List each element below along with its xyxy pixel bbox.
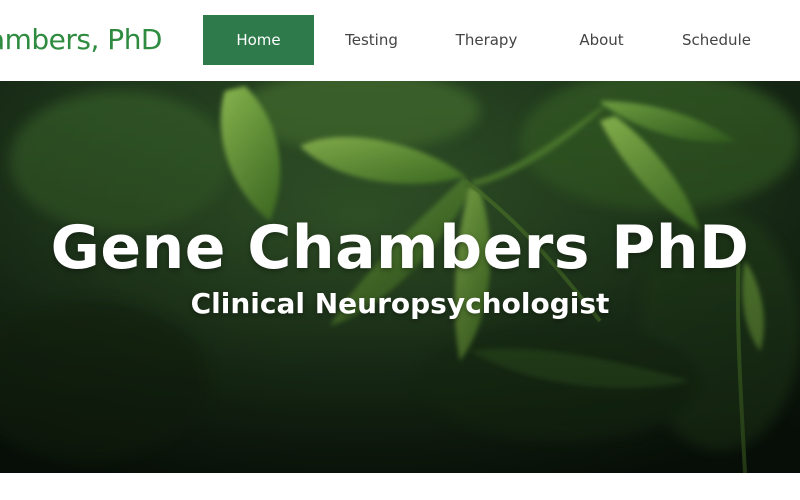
nav-item-about[interactable]: About <box>544 15 659 65</box>
nav-item-home[interactable]: Home <box>203 15 314 65</box>
site-title[interactable]: ambers, PhD <box>0 22 163 58</box>
nav-item-schedule[interactable]: Schedule <box>659 15 774 65</box>
nav-item-testing[interactable]: Testing <box>314 15 429 65</box>
site-header: ambers, PhD Home Testing Therapy About S… <box>0 0 800 81</box>
main-nav: Home Testing Therapy About Schedule <box>203 15 774 65</box>
hero-banner: Gene Chambers PhD Clinical Neuropsycholo… <box>0 81 800 473</box>
nav-item-therapy[interactable]: Therapy <box>429 15 544 65</box>
content-area-top <box>0 473 800 500</box>
hero-subtitle: Clinical Neuropsychologist <box>190 287 610 320</box>
page: ambers, PhD Home Testing Therapy About S… <box>0 0 800 500</box>
hero-title: Gene Chambers PhD <box>50 213 750 283</box>
